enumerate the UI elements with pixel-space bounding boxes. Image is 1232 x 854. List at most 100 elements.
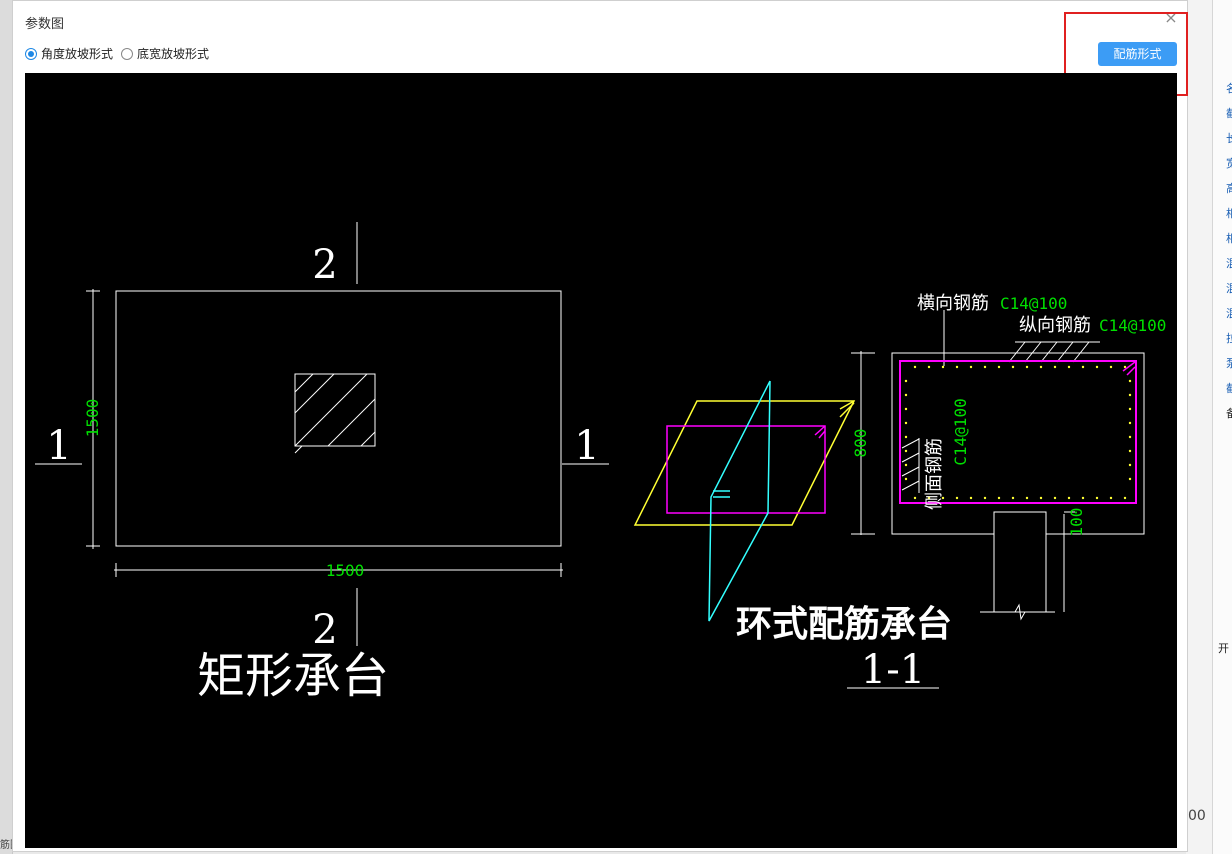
section-mark-1-left: 1 <box>46 423 71 469</box>
hatch-line <box>294 373 335 414</box>
rebar-dot <box>1128 379 1132 383</box>
cad-drawing: 2 2 1 1 矩形承台 1-1 横向钢筋 纵向钢筋 侧面钢筋 环式配筋承台 1… <box>35 222 1166 704</box>
rebar-dot <box>904 421 908 425</box>
transverse-rebar-label: 横向钢筋 <box>917 293 989 314</box>
section-mark-1-right: 1 <box>574 423 599 469</box>
property-name[interactable]: 长 <box>1226 130 1232 146</box>
property-name[interactable]: 截 <box>1226 380 1232 396</box>
rebar-dot <box>941 365 945 369</box>
rebar-dot <box>1053 365 1057 369</box>
rebar-dot <box>1067 496 1071 500</box>
rebar-ring-yellow <box>633 400 856 526</box>
rebar-dot <box>1095 365 1099 369</box>
rebar-dot <box>913 496 917 500</box>
right-figure-title: 环式配筋承台 <box>736 604 952 645</box>
property-name[interactable]: 拉 <box>1226 330 1232 346</box>
property-name[interactable]: 泵 <box>1226 355 1232 371</box>
rebar-dot <box>969 496 973 500</box>
background-app-right-panel <box>1186 0 1232 854</box>
rebar-dot <box>1128 477 1132 481</box>
rebar-dot <box>1109 365 1113 369</box>
rebar-ring-cyan <box>708 380 771 622</box>
rebar-dot <box>913 365 917 369</box>
section-height-dimension: 800 <box>851 429 870 458</box>
background-status-number: 00 <box>1188 808 1206 824</box>
panel-tab-label[interactable]: 开 <box>1218 640 1229 656</box>
rebar-dot <box>904 463 908 467</box>
longitudinal-rebar-spec: C14@100 <box>1099 316 1166 335</box>
hatch-line <box>294 373 314 393</box>
property-name[interactable]: 相 <box>1226 205 1232 221</box>
radio-bottom-width-slope[interactable] <box>121 47 134 60</box>
rebar-dot <box>1011 496 1015 500</box>
rebar-dot <box>1025 365 1029 369</box>
property-panel-column <box>1212 0 1232 854</box>
cap-outline <box>115 290 562 547</box>
property-name[interactable]: 截 <box>1226 105 1232 121</box>
rebar-dot <box>1067 365 1071 369</box>
side-rebar-label: 侧面钢筋 <box>924 438 945 510</box>
leader-tick <box>1056 341 1074 363</box>
property-name[interactable]: 宽 <box>1226 155 1232 171</box>
hatch-line <box>360 431 376 447</box>
parameter-diagram-dialog: 参数图 × 角度放坡形式 底宽放坡形式 配筋形式 2 2 1 1 矩形承台 1-… <box>12 0 1188 852</box>
rebar-dot <box>1011 365 1015 369</box>
rebar-dot <box>904 477 908 481</box>
leader-tick <box>901 438 920 449</box>
cover-dimension: 100 <box>1067 508 1086 537</box>
rebar-dot <box>1039 365 1043 369</box>
property-name[interactable]: 备 <box>1226 405 1232 421</box>
radio-bottom-width-slope-label[interactable]: 底宽放坡形式 <box>137 45 209 62</box>
rebar-hook <box>1126 366 1136 376</box>
rebar-dot <box>904 379 908 383</box>
rebar-dot <box>927 365 931 369</box>
rebar-dot <box>983 496 987 500</box>
cap-height-dimension: 1500 <box>83 399 102 438</box>
rebar-hook <box>818 430 826 439</box>
rebar-ring-magenta <box>666 425 826 514</box>
hatch-line <box>294 373 368 447</box>
radio-angle-slope[interactable] <box>25 47 37 60</box>
rebar-dot <box>955 365 959 369</box>
rebar-dot <box>904 449 908 453</box>
property-name[interactable]: 名 <box>1226 80 1232 96</box>
property-name[interactable]: 混 <box>1226 255 1232 271</box>
dialog-title: 参数图 <box>25 17 65 32</box>
hatch-line <box>294 445 303 454</box>
rebar-dot <box>1081 365 1085 369</box>
rebar-dot <box>1053 496 1057 500</box>
leader-tick <box>901 480 920 491</box>
rebar-dot <box>1123 496 1127 500</box>
rebar-dot <box>1128 393 1132 397</box>
rebar-dot <box>1128 421 1132 425</box>
property-name[interactable]: 高 <box>1226 180 1232 196</box>
rebar-dot <box>904 407 908 411</box>
cap-width-dimension: 1500 <box>326 561 365 580</box>
rebar-dot <box>983 365 987 369</box>
rebar-dot <box>1128 435 1132 439</box>
property-name[interactable]: 混 <box>1226 305 1232 321</box>
property-name[interactable]: 混 <box>1226 280 1232 296</box>
section-column <box>993 511 1047 613</box>
rebar-dot <box>1039 496 1043 500</box>
column-section <box>294 373 376 447</box>
left-figure-title: 矩形承台 <box>197 648 389 704</box>
radio-angle-slope-label[interactable]: 角度放坡形式 <box>41 45 113 62</box>
section-mark-2-bottom: 2 <box>312 607 337 653</box>
rebar-dot <box>1109 496 1113 500</box>
rebar-dot <box>997 365 1001 369</box>
rebar-dot <box>1128 449 1132 453</box>
leader-tick <box>901 452 920 463</box>
longitudinal-rebar-label: 纵向钢筋 <box>1019 315 1091 336</box>
rebar-dot <box>969 365 973 369</box>
property-name[interactable]: 相 <box>1226 230 1232 246</box>
section-label: 1-1 <box>861 647 925 693</box>
leader-tick <box>1040 341 1058 363</box>
section-mark-2-top: 2 <box>312 242 337 288</box>
rebar-dot <box>1095 496 1099 500</box>
rebar-dot <box>904 435 908 439</box>
leader-tick <box>1008 341 1026 363</box>
rebar-dot <box>997 496 1001 500</box>
rebar-dot <box>1081 496 1085 500</box>
drawing-canvas: 2 2 1 1 矩形承台 1-1 横向钢筋 纵向钢筋 侧面钢筋 环式配筋承台 1… <box>25 73 1177 848</box>
